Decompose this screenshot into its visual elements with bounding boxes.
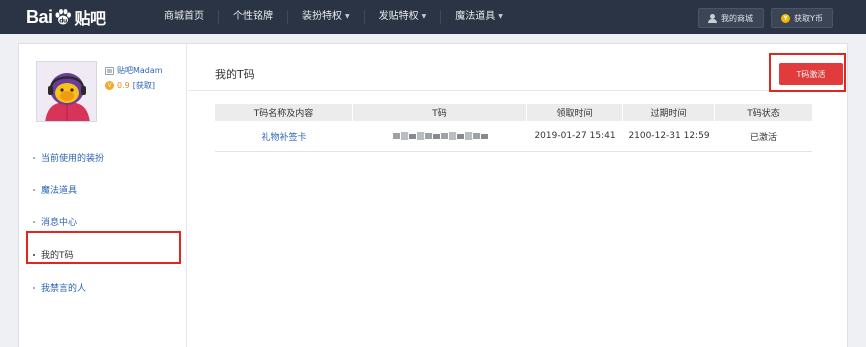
nav-item-label: 商城首页 — [164, 11, 204, 22]
caret-down-icon: ▼ — [421, 13, 427, 20]
nav-item-1[interactable]: 个性铭牌 — [218, 10, 287, 24]
bullet-icon — [33, 220, 35, 223]
caret-down-icon: ▼ — [345, 13, 350, 20]
sidebar-item-label: 我的T码 — [41, 251, 74, 261]
divider — [188, 90, 847, 91]
content-panel: 我的T码 T码激活 T码名称及内容 T码 领取时间 过期时间 T码状态 礼物补签… — [188, 44, 847, 347]
bullet-icon — [33, 253, 35, 256]
tcode-status: 已激活 — [749, 132, 777, 143]
column-header: T码 — [353, 104, 527, 121]
username-link[interactable]: 贴吧Madam — [105, 65, 163, 76]
sidebar-item-label: 消息中心 — [41, 218, 78, 228]
table-row: 礼物补签卡 2019-01-27 15:41 2100-12-31 12:59 … — [215, 121, 812, 152]
column-header: T码状态 — [747, 109, 780, 119]
user-icon — [708, 13, 717, 23]
column-header: 过期时间 — [623, 104, 715, 121]
redacted-code — [392, 132, 488, 140]
sidebar-item-my-tcode[interactable]: 我的T码 — [33, 248, 74, 261]
user-level: V 0.9 [获取] — [105, 80, 155, 91]
sidebar-item-current-decoration[interactable]: 当前使用的装扮 — [33, 151, 104, 164]
logo-tieba-text: 贴吧 — [74, 11, 107, 28]
sidebar-item-label: 魔法道具 — [41, 186, 78, 196]
caret-down-icon: ▼ — [498, 13, 503, 20]
vip-badge-icon: V — [105, 81, 114, 90]
sidebar-item-magic-items[interactable]: 魔法道具 — [33, 183, 77, 196]
table-header: T码名称及内容 T码 领取时间 过期时间 T码状态 — [215, 104, 812, 121]
main-card: 贴吧Madam V 0.9 [获取] 当前使用的装扮 魔法道具 消息中心 我的T… — [18, 43, 848, 347]
nav-item-label: 发贴特权 — [378, 11, 419, 22]
username: 贴吧Madam — [117, 66, 163, 75]
get-level-link[interactable]: [获取] — [133, 80, 155, 91]
top-navigation-bar: Bai du 贴吧 商城首页 个性铭牌 装扮特权 ▼ 发贴特权 ▼ 魔法道具 ▼ 我的商城 Y… — [0, 0, 866, 34]
get-coins-button[interactable]: Y 获取Y币 — [771, 8, 833, 28]
paw-logo-icon: du — [54, 8, 72, 26]
tcode-name-link[interactable]: 礼物补签卡 — [215, 121, 353, 151]
sidebar: 贴吧Madam V 0.9 [获取] 当前使用的装扮 魔法道具 消息中心 我的T… — [19, 44, 187, 347]
column-header: 领取时间 — [527, 104, 623, 121]
sidebar-item-label: 当前使用的装扮 — [41, 154, 105, 164]
bullet-icon — [33, 156, 35, 159]
my-mall-button[interactable]: 我的商城 — [698, 8, 764, 28]
coin-icon: Y — [781, 13, 790, 23]
my-mall-label: 我的商城 — [721, 13, 753, 23]
bullet-icon — [33, 286, 35, 289]
id-card-icon — [105, 66, 114, 75]
bullet-icon — [33, 188, 35, 191]
svg-text:du: du — [59, 18, 67, 25]
main-nav: 商城首页 个性铭牌 装扮特权 ▼ 发贴特权 ▼ 魔法道具 ▼ — [150, 0, 517, 34]
activate-tcode-button[interactable]: T码激活 — [779, 63, 843, 85]
nav-item-0[interactable]: 商城首页 — [150, 10, 218, 24]
tcode-value-redacted — [353, 121, 527, 151]
received-time: 2019-01-27 15:41 — [534, 131, 616, 141]
nav-item-label: 个性铭牌 — [233, 11, 273, 22]
sidebar-item-label: 我禁言的人 — [41, 284, 87, 294]
get-coins-label: 获取Y币 — [794, 13, 823, 23]
nav-item-4[interactable]: 魔法道具 ▼ — [440, 10, 517, 24]
sidebar-item-message-center[interactable]: 消息中心 — [33, 215, 77, 228]
logo-text: Bai — [26, 6, 53, 27]
expire-time: 2100-12-31 12:59 — [628, 131, 710, 141]
nav-item-label: 魔法道具 — [455, 11, 496, 22]
sidebar-item-muted-users[interactable]: 我禁言的人 — [33, 281, 86, 294]
column-header: T码名称及内容 — [215, 104, 353, 121]
page-title: 我的T码 — [215, 68, 255, 81]
nav-item-2[interactable]: 装扮特权 ▼ — [287, 10, 364, 24]
level-value: 0.9 — [117, 81, 130, 90]
avatar[interactable] — [36, 61, 97, 122]
baidu-tieba-logo[interactable]: Bai du 贴吧 — [26, 6, 107, 29]
nav-item-label: 装扮特权 — [302, 11, 342, 22]
nav-item-3[interactable]: 发贴特权 ▼ — [363, 10, 441, 24]
tcode-table: T码名称及内容 T码 领取时间 过期时间 T码状态 礼物补签卡 2019-01-… — [215, 104, 812, 152]
